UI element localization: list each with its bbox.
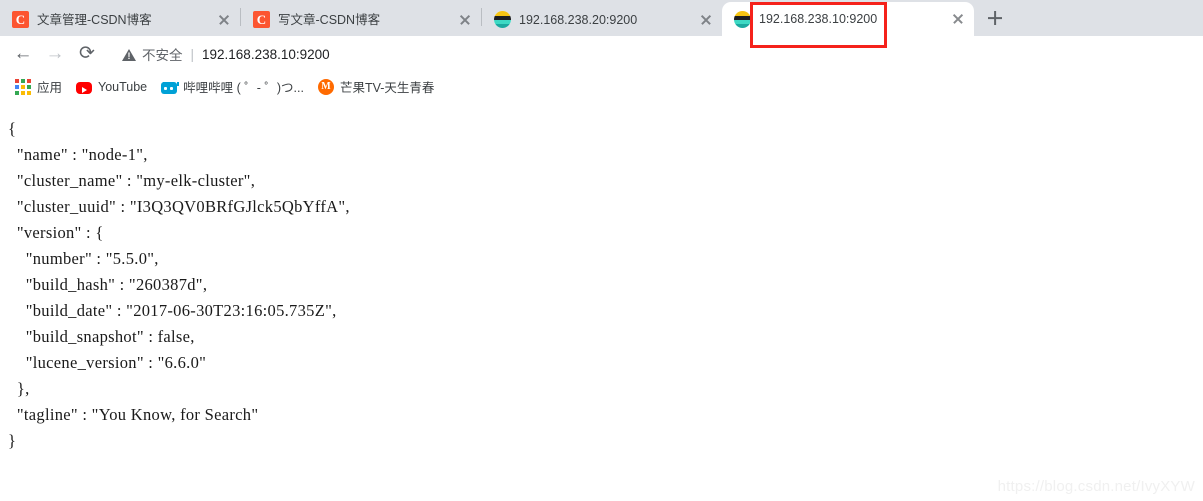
security-status-label: 不安全 (142, 48, 183, 63)
mangotv-icon: M (317, 78, 334, 95)
elasticsearch-favicon-icon (734, 10, 751, 28)
browser-tab-0[interactable]: C 文章管理-CSDN博客 (0, 3, 240, 36)
new-tab-button[interactable] (980, 3, 1010, 33)
url-text: 192.168.238.10:9200 (202, 46, 330, 62)
bookmark-bilibili[interactable]: 哔哩哔哩 ( ゜- ゜)つ... (154, 74, 311, 99)
close-icon[interactable] (698, 12, 714, 28)
browser-tab-strip: C 文章管理-CSDN博客 C 写文章-CSDN博客 192.168.238.2… (0, 0, 1203, 48)
bookmark-label: YouTube (98, 79, 148, 94)
browser-tab-2[interactable]: 192.168.238.20:9200 (482, 3, 722, 36)
reload-icon[interactable]: ⟳ (72, 39, 102, 69)
youtube-icon (76, 81, 93, 94)
bookmarks-bar: 应用 YouTube 哔哩哔哩 ( ゜- ゜)つ... M 芒果TV-天生青春 (0, 72, 1203, 102)
apps-grid-icon (15, 78, 31, 95)
watermark-text: https://blog.csdn.net/IvyXYW (997, 478, 1195, 495)
back-icon[interactable]: ← (8, 39, 38, 69)
elasticsearch-favicon-icon (494, 11, 511, 28)
close-icon[interactable] (457, 12, 473, 28)
omnibox-separator: | (190, 46, 195, 62)
close-icon[interactable] (950, 11, 966, 27)
address-bar[interactable]: 不安全 | 192.168.238.10:9200 (112, 40, 1195, 68)
csdn-favicon-icon: C (12, 11, 29, 28)
tab-title: 文章管理-CSDN博客 (37, 12, 152, 27)
bookmark-apps[interactable]: 应用 (8, 74, 69, 99)
not-secure-warning-icon[interactable] (122, 48, 136, 62)
page-viewport: { "name" : "node-1", "cluster_name" : "m… (0, 102, 1203, 501)
bilibili-icon (161, 82, 180, 94)
tab-title: 192.168.238.10:9200 (759, 12, 878, 26)
bookmark-youtube[interactable]: YouTube (69, 77, 154, 97)
csdn-favicon-icon: C (253, 11, 270, 28)
browser-tab-3-active[interactable]: 192.168.238.10:9200 (722, 2, 974, 36)
bookmark-label: 哔哩哔哩 ( ゜- ゜)つ... (183, 81, 304, 95)
browser-tab-1[interactable]: C 写文章-CSDN博客 (241, 3, 481, 36)
browser-toolbar: ← → ⟳ 不安全 | 192.168.238.10:9200 (0, 36, 1203, 72)
forward-icon[interactable]: → (40, 39, 70, 69)
tab-title: 写文章-CSDN博客 (278, 12, 381, 27)
close-icon[interactable] (216, 12, 232, 28)
bookmark-mangotv[interactable]: M 芒果TV-天生青春 (311, 74, 441, 99)
tab-title: 192.168.238.20:9200 (519, 12, 638, 27)
bookmark-label: 应用 (37, 81, 63, 95)
json-response-body: { "name" : "node-1", "cluster_name" : "m… (8, 119, 350, 450)
bookmark-label: 芒果TV-天生青春 (339, 81, 435, 95)
